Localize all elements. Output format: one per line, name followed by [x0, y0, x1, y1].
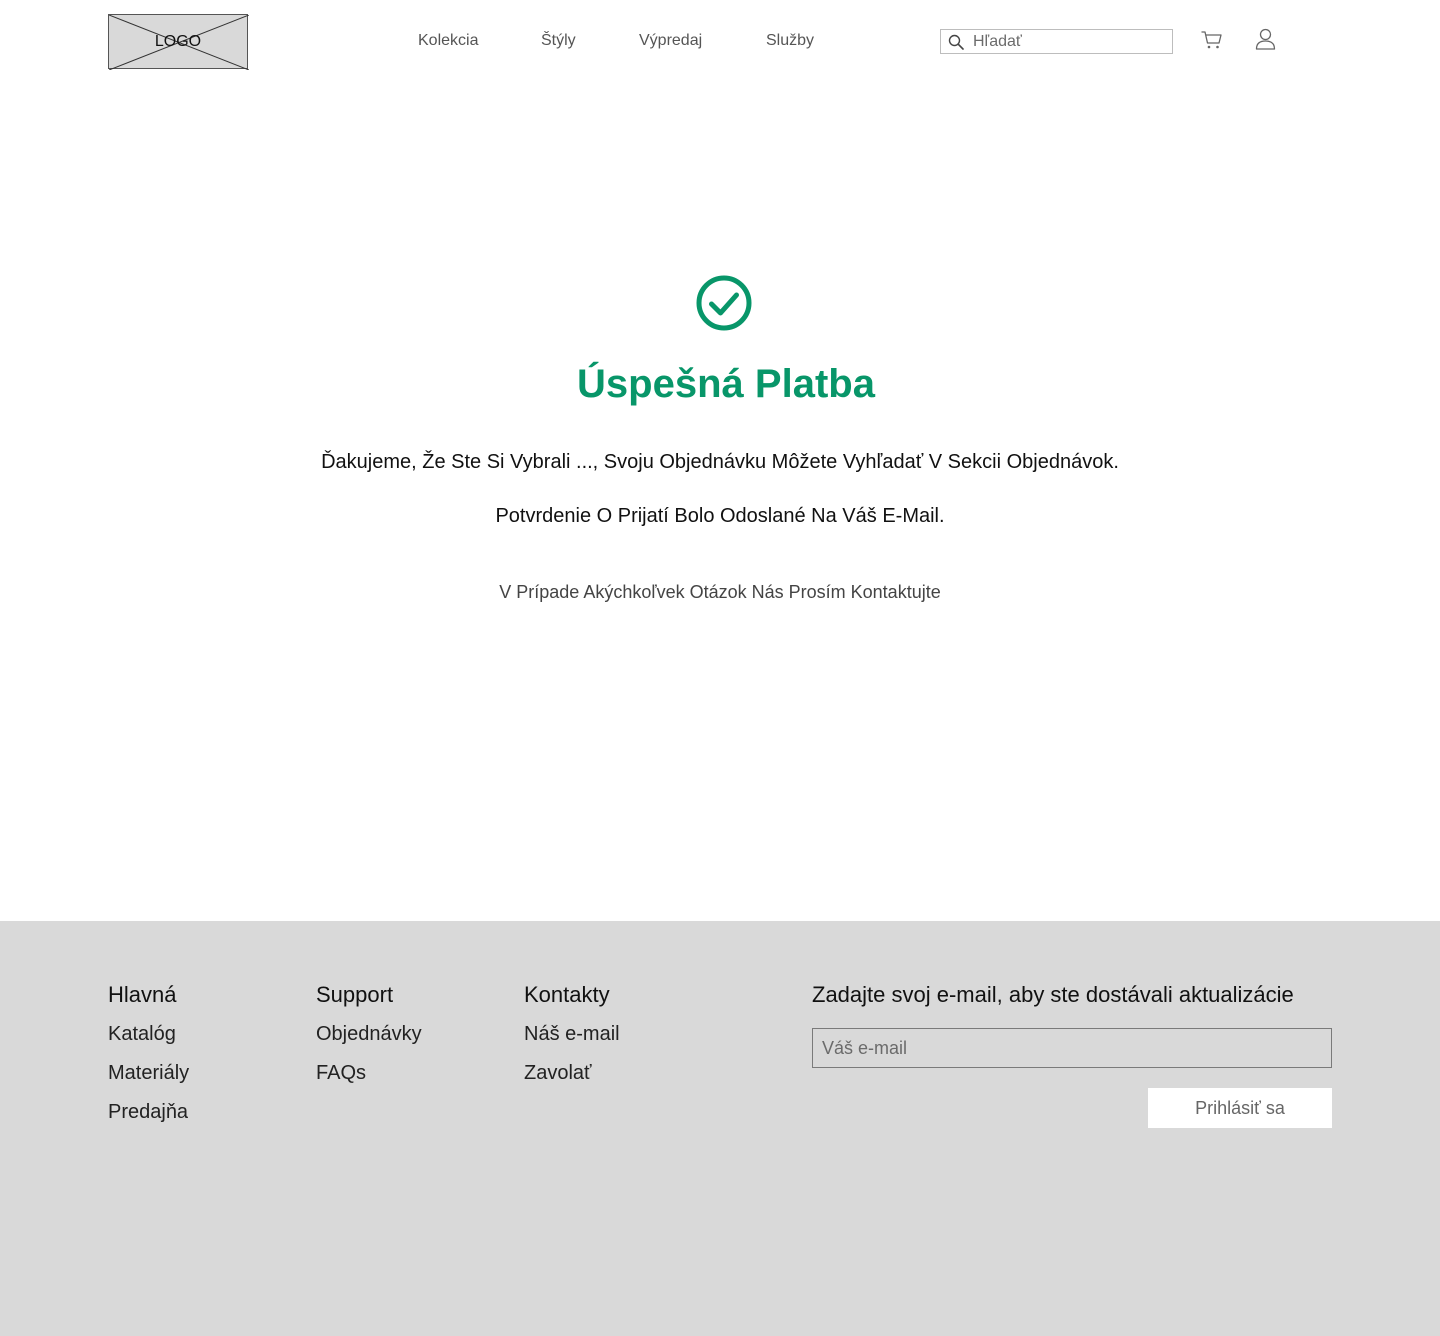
footer-link-objednavky[interactable]: Objednávky [316, 1020, 422, 1048]
footer-heading: Support [316, 982, 394, 1007]
footer-column-main: Hlavná Katalóg Materiály Predajňa [108, 981, 189, 1137]
search-icon [948, 34, 964, 50]
thank-you-message: Ďakujeme, Že Ste Si Vybrali ..., Svoju O… [321, 451, 1119, 473]
footer-column-contacts: Kontakty Náš e-mail Zavolať [524, 981, 620, 1098]
footer-link-faqs[interactable]: FAQs [316, 1059, 422, 1087]
cart-icon[interactable] [1201, 30, 1223, 50]
logo[interactable]: LOGO [108, 14, 249, 70]
footer-heading: Kontakty [524, 982, 610, 1007]
nav-item-kolekcia[interactable]: Kolekcia [418, 32, 478, 50]
nav-item-vypredaj[interactable]: Výpredaj [639, 32, 702, 50]
footer-heading: Hlavná [108, 982, 177, 1007]
page-title: Úspešná Platba [577, 362, 875, 406]
footer-link-call[interactable]: Zavolať [524, 1059, 620, 1087]
confirmation-message: Potvrdenie O Prijatí Bolo Odoslané Na Vá… [495, 505, 945, 527]
footer: Hlavná Katalóg Materiály Predajňa Suppor… [0, 921, 1440, 1336]
logo-text: LOGO [154, 33, 202, 50]
nav-item-sluzby[interactable]: Služby [766, 32, 814, 50]
footer-link-materialy[interactable]: Materiály [108, 1059, 189, 1087]
nav-item-styly[interactable]: Štýly [541, 32, 576, 50]
newsletter-email-field[interactable] [812, 1028, 1332, 1068]
footer-link-katalog[interactable]: Katalóg [108, 1020, 189, 1048]
contact-note: V Prípade Akýchkoľvek Otázok Nás Prosím … [499, 582, 941, 602]
search-box [940, 29, 1173, 54]
search-input[interactable] [973, 31, 1168, 52]
check-circle-icon [696, 275, 752, 331]
newsletter-heading: Zadajte svoj e-mail, aby ste dostávali a… [812, 982, 1294, 1007]
footer-link-email[interactable]: Náš e-mail [524, 1020, 620, 1048]
subscribe-button[interactable]: Prihlásiť sa [1148, 1088, 1332, 1128]
user-icon[interactable] [1255, 28, 1276, 50]
footer-column-support: Support Objednávky FAQs [316, 981, 422, 1098]
footer-link-predajna[interactable]: Predajňa [108, 1098, 189, 1126]
